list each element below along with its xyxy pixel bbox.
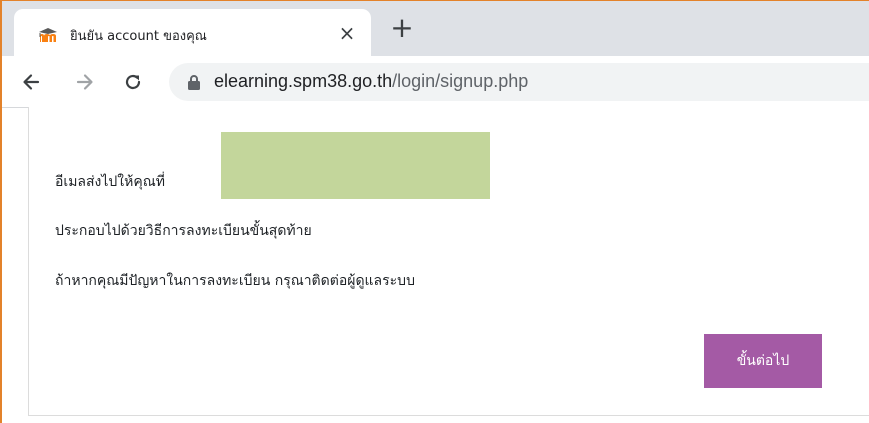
- forward-button[interactable]: [70, 67, 100, 97]
- confirmation-card: อีเมลส่งไปให้คุณที่ ประกอบไปด้วยวิธีการล…: [28, 107, 869, 416]
- tab-strip: ยินยัน account ของคุณ × +: [2, 1, 869, 56]
- email-sent-message: อีเมลส่งไปให้คุณที่: [55, 174, 165, 190]
- contact-admin-message: ถ้าหากคุณมีปัญหาในการลงทะเบียน กรุณาติดต…: [55, 273, 415, 289]
- url-text: elearning.spm38.go.th/login/signup.php: [214, 71, 528, 92]
- arrow-left-icon: [23, 74, 40, 90]
- page-content: อีเมลส่งไปให้คุณที่ ประกอบไปด้วยวิธีการล…: [2, 107, 869, 423]
- tab-title: ยินยัน account ของคุณ: [70, 29, 207, 44]
- address-bar[interactable]: elearning.spm38.go.th/login/signup.php: [169, 63, 869, 101]
- reload-button[interactable]: [118, 67, 148, 97]
- redacted-email: [221, 132, 490, 199]
- browser-toolbar: elearning.spm38.go.th/login/signup.php: [2, 56, 869, 108]
- url-host: elearning.spm38.go.th: [214, 71, 393, 91]
- moodle-icon: [39, 28, 57, 42]
- instructions-message: ประกอบไปด้วยวิธีการลงทะเบียนขั้นสุดท้าย: [55, 223, 312, 239]
- continue-button[interactable]: ขั้นต่อไป: [704, 334, 822, 388]
- browser-tab[interactable]: ยินยัน account ของคุณ ×: [14, 9, 371, 56]
- new-tab-button[interactable]: +: [387, 13, 417, 43]
- url-path: /login/signup.php: [392, 71, 529, 91]
- back-button[interactable]: [16, 67, 46, 97]
- close-icon[interactable]: ×: [336, 21, 358, 45]
- lock-icon[interactable]: [187, 74, 201, 90]
- arrow-right-icon: [76, 74, 93, 90]
- reload-icon: [125, 74, 141, 90]
